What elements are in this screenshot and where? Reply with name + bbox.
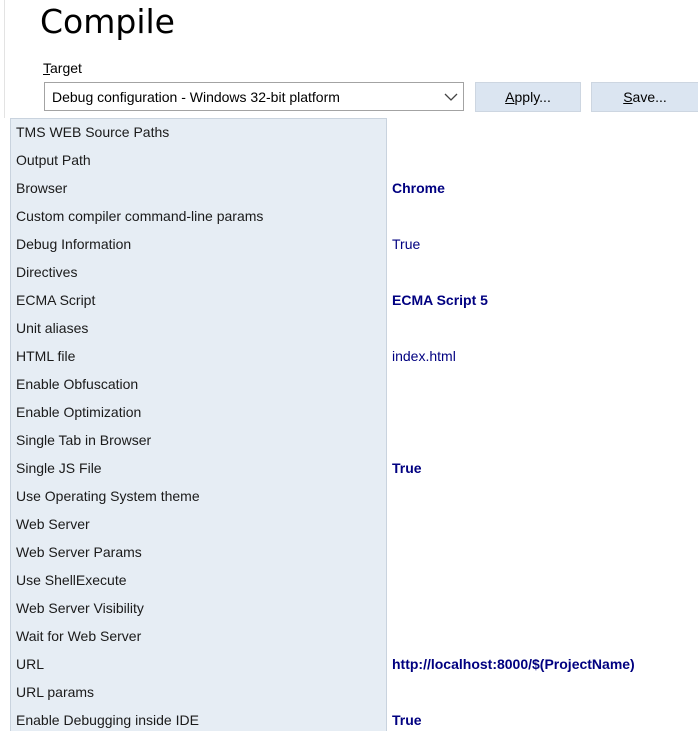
property-name: URL [16, 656, 45, 672]
property-name: HTML file [16, 348, 76, 364]
property-row[interactable]: Enable Optimization [10, 398, 698, 426]
property-name: Use Operating System theme [16, 488, 200, 504]
property-value[interactable]: True [387, 712, 422, 728]
property-name: Enable Debugging inside IDE [16, 712, 199, 728]
property-name: Output Path [16, 152, 91, 168]
property-row[interactable]: Use ShellExecute [10, 566, 698, 594]
target-dropdown-value: Debug configuration - Windows 32-bit pla… [52, 88, 340, 105]
page-title: Compile [40, 2, 175, 41]
property-name: Web Server Visibility [16, 600, 144, 616]
save-button-label: ave... [632, 89, 667, 105]
property-row[interactable]: Browser Chrome [10, 174, 698, 202]
property-row[interactable]: Unit aliases [10, 314, 698, 342]
property-row[interactable]: ECMA Script ECMA Script 5 [10, 286, 698, 314]
chevron-down-icon[interactable] [439, 83, 463, 110]
save-button[interactable]: Save... [591, 82, 698, 112]
target-label-accelerator: T [43, 60, 50, 76]
target-label-text: arget [50, 60, 82, 76]
property-row[interactable]: TMS WEB Source Paths [10, 118, 698, 146]
property-row[interactable]: URL params [10, 678, 698, 706]
property-row[interactable]: Output Path [10, 146, 698, 174]
property-name: ECMA Script [16, 292, 96, 308]
property-value[interactable]: http://localhost:8000/$(ProjectName) [387, 656, 635, 672]
property-name: Enable Obfuscation [16, 376, 139, 392]
property-row[interactable]: URL http://localhost:8000/$(ProjectName) [10, 650, 698, 678]
property-row[interactable]: Wait for Web Server [10, 622, 698, 650]
property-name: Browser [16, 180, 68, 196]
property-row[interactable]: Custom compiler command-line params [10, 202, 698, 230]
apply-button[interactable]: Apply... [475, 82, 581, 112]
property-row[interactable]: Web Server [10, 510, 698, 538]
property-value[interactable]: Chrome [387, 180, 445, 196]
property-row[interactable]: Use Operating System theme [10, 482, 698, 510]
property-value[interactable]: ECMA Script 5 [387, 292, 488, 308]
property-row[interactable]: HTML file index.html [10, 342, 698, 370]
property-name: TMS WEB Source Paths [16, 124, 170, 140]
target-dropdown[interactable]: Debug configuration - Windows 32-bit pla… [44, 82, 464, 111]
apply-button-label: pply... [514, 89, 551, 105]
property-grid: TMS WEB Source Paths Output Path Browser Ch… [10, 118, 698, 731]
left-edge-divider [4, 0, 5, 118]
property-row[interactable]: Debug Information True [10, 230, 698, 258]
property-value[interactable]: index.html [387, 348, 456, 364]
property-value[interactable]: True [387, 460, 422, 476]
property-name: Custom compiler command-line params [16, 208, 264, 224]
property-rows: TMS WEB Source Paths Output Path Browser Ch… [10, 118, 698, 734]
property-row[interactable]: Web Server Params [10, 538, 698, 566]
property-name: Web Server Params [16, 544, 142, 560]
property-name: URL params [16, 684, 95, 700]
property-name: Single Tab in Browser [16, 432, 152, 448]
property-row[interactable]: Enable Obfuscation [10, 370, 698, 398]
target-label: Target [43, 59, 82, 77]
property-name: Unit aliases [16, 320, 89, 336]
property-name: Web Server [16, 516, 90, 532]
property-name: Single JS File [16, 460, 102, 476]
property-name: Use ShellExecute [16, 572, 127, 588]
save-button-accelerator: S [623, 89, 633, 105]
property-name: Enable Optimization [16, 404, 142, 420]
property-row[interactable]: Directives [10, 258, 698, 286]
property-row[interactable]: Enable Debugging inside IDE True [10, 706, 698, 734]
property-row[interactable]: Web Server Visibility [10, 594, 698, 622]
property-value[interactable]: True [387, 236, 420, 252]
property-row[interactable]: Single JS File True [10, 454, 698, 482]
apply-button-accelerator: A [505, 89, 515, 105]
property-name: Directives [16, 264, 78, 280]
property-name: Wait for Web Server [16, 628, 142, 644]
property-name: Debug Information [16, 236, 132, 252]
property-row[interactable]: Single Tab in Browser [10, 426, 698, 454]
